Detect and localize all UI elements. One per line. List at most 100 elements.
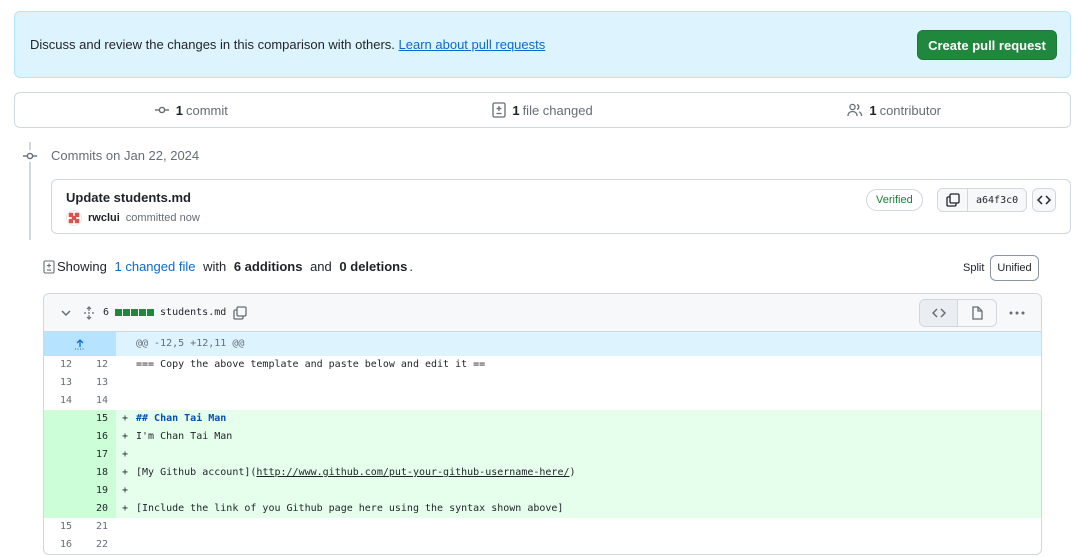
collapse-file-button[interactable]: [60, 307, 74, 319]
code-line: [116, 518, 1041, 536]
deletions-count: 0 deletions: [339, 259, 408, 274]
new-line-number[interactable]: 17: [80, 446, 116, 464]
hunk-text: @@ -12,5 +12,11 @@: [116, 332, 1041, 356]
contributors-tab[interactable]: 1 contributor: [718, 93, 1070, 127]
display-toggle: [919, 299, 997, 327]
unified-view-button[interactable]: Unified: [990, 255, 1039, 281]
commit-icon: [22, 150, 38, 162]
summary-end: .: [409, 259, 413, 274]
diff-line-addition: 15 + ## Chan Tai Man: [44, 410, 1041, 428]
file-actions: [919, 299, 1031, 327]
code-line: + [My Github account](http://www.github.c…: [116, 464, 1041, 482]
new-line-number[interactable]: 22: [80, 536, 116, 554]
file-icon: [972, 306, 983, 320]
file-name-link[interactable]: students.md: [160, 307, 226, 318]
expand-all-button[interactable]: [82, 305, 96, 320]
hunk-header: @@ -12,5 +12,11 @@: [44, 332, 1041, 356]
fold-up-icon: [75, 339, 85, 350]
browse-repository-button[interactable]: [1032, 188, 1056, 212]
old-line-number[interactable]: [44, 482, 80, 500]
diff-view-toggle: Split Unified: [957, 255, 1039, 281]
old-line-number[interactable]: 12: [44, 356, 80, 374]
summary-and: and: [310, 259, 332, 274]
copy-icon: [233, 305, 247, 320]
commit-time: committed now: [125, 212, 200, 224]
commit-meta: rwclui committed now: [66, 210, 200, 226]
source-diff-button[interactable]: [920, 300, 958, 326]
files-changed-tab[interactable]: 1 file changed: [367, 93, 719, 127]
diff-marker: [122, 356, 136, 374]
diff-line-context: 16 22: [44, 536, 1041, 554]
create-pull-request-button[interactable]: Create pull request: [917, 30, 1057, 60]
new-line-number[interactable]: 13: [80, 374, 116, 392]
new-line-number[interactable]: 14: [80, 392, 116, 410]
new-line-number[interactable]: 15: [80, 410, 116, 428]
chevron-down-icon: [61, 309, 71, 316]
commit-sha-link[interactable]: a64f3c0: [968, 189, 1027, 211]
commit-title-link[interactable]: Update students.md: [66, 190, 191, 205]
file-header: 6 students.md: [44, 294, 1041, 332]
old-line-number[interactable]: 16: [44, 536, 80, 554]
code-line: + [Include the link of you Github page he…: [116, 500, 1041, 518]
rich-diff-button[interactable]: [958, 300, 996, 326]
more-options-button[interactable]: [1003, 300, 1031, 326]
old-line-number[interactable]: [44, 464, 80, 482]
new-line-number[interactable]: 18: [80, 464, 116, 482]
copy-sha-button[interactable]: [938, 189, 968, 211]
diff-marker: +: [122, 467, 129, 478]
diff-line-context: 15 21: [44, 518, 1041, 536]
new-line-number[interactable]: 20: [80, 500, 116, 518]
commits-tab[interactable]: 1 commit: [15, 93, 367, 127]
summary-prefix: Showing: [57, 259, 107, 274]
commit-sha-group: a64f3c0: [937, 188, 1028, 212]
diff-marker: [122, 518, 136, 536]
new-line-number[interactable]: 19: [80, 482, 116, 500]
new-line-number[interactable]: 12: [80, 356, 116, 374]
code-line: + I'm Chan Tai Man: [116, 428, 1041, 446]
new-line-number[interactable]: 21: [80, 518, 116, 536]
diffstat-bar: [115, 309, 155, 316]
diff-line-context: 14 14: [44, 392, 1041, 410]
diff-line-context: 13 13: [44, 374, 1041, 392]
old-line-number[interactable]: [44, 446, 80, 464]
old-line-number[interactable]: 14: [44, 392, 80, 410]
old-line-number[interactable]: [44, 410, 80, 428]
split-view-button[interactable]: Split: [957, 255, 990, 281]
code-line: === Copy the above template and paste be…: [116, 356, 1041, 374]
code-text: === Copy the above template and paste be…: [136, 359, 486, 370]
banner-text: Discuss and review the changes in this c…: [30, 37, 545, 52]
expand-up-button[interactable]: [44, 332, 116, 356]
code-line: [116, 536, 1041, 554]
old-line-number[interactable]: [44, 500, 80, 518]
changed-files-link[interactable]: 1 changed file: [115, 259, 196, 274]
learn-pull-requests-link[interactable]: Learn about pull requests: [399, 37, 546, 52]
diff-marker: [122, 374, 136, 392]
kebab-horizontal-icon: [1009, 311, 1025, 315]
files-label: file changed: [522, 102, 593, 118]
commits-count: 1: [175, 102, 183, 118]
commit-author[interactable]: rwclui: [88, 212, 120, 224]
contributors-count: 1: [869, 102, 877, 118]
old-line-number[interactable]: 13: [44, 374, 80, 392]
summary-with: with: [203, 259, 227, 274]
verified-badge[interactable]: Verified: [866, 189, 923, 211]
diff-marker: +: [122, 503, 129, 514]
diff-marker: +: [122, 413, 129, 424]
file-diff-icon: [43, 259, 55, 274]
avatar[interactable]: [66, 210, 82, 226]
old-line-number[interactable]: [44, 428, 80, 446]
compare-banner: Discuss and review the changes in this c…: [14, 11, 1071, 78]
unfold-icon: [84, 305, 94, 320]
code-url: http://www.github.com/put-your-github-us…: [256, 467, 570, 478]
commit-item: Update students.md rwclui committed now …: [51, 179, 1071, 234]
old-line-number[interactable]: 15: [44, 518, 80, 536]
code-line: +: [116, 446, 1041, 464]
copy-path-button[interactable]: [233, 305, 247, 320]
code-line: [116, 374, 1041, 392]
code-text: I'm Chan Tai Man: [136, 431, 233, 442]
diff-marker: +: [122, 485, 129, 496]
code-icon: [1037, 195, 1051, 205]
new-line-number[interactable]: 16: [80, 428, 116, 446]
people-icon: [847, 103, 863, 117]
file-diff: 6 students.md @@ -12,5 +12,11 @@ 12 12 =…: [43, 293, 1042, 555]
